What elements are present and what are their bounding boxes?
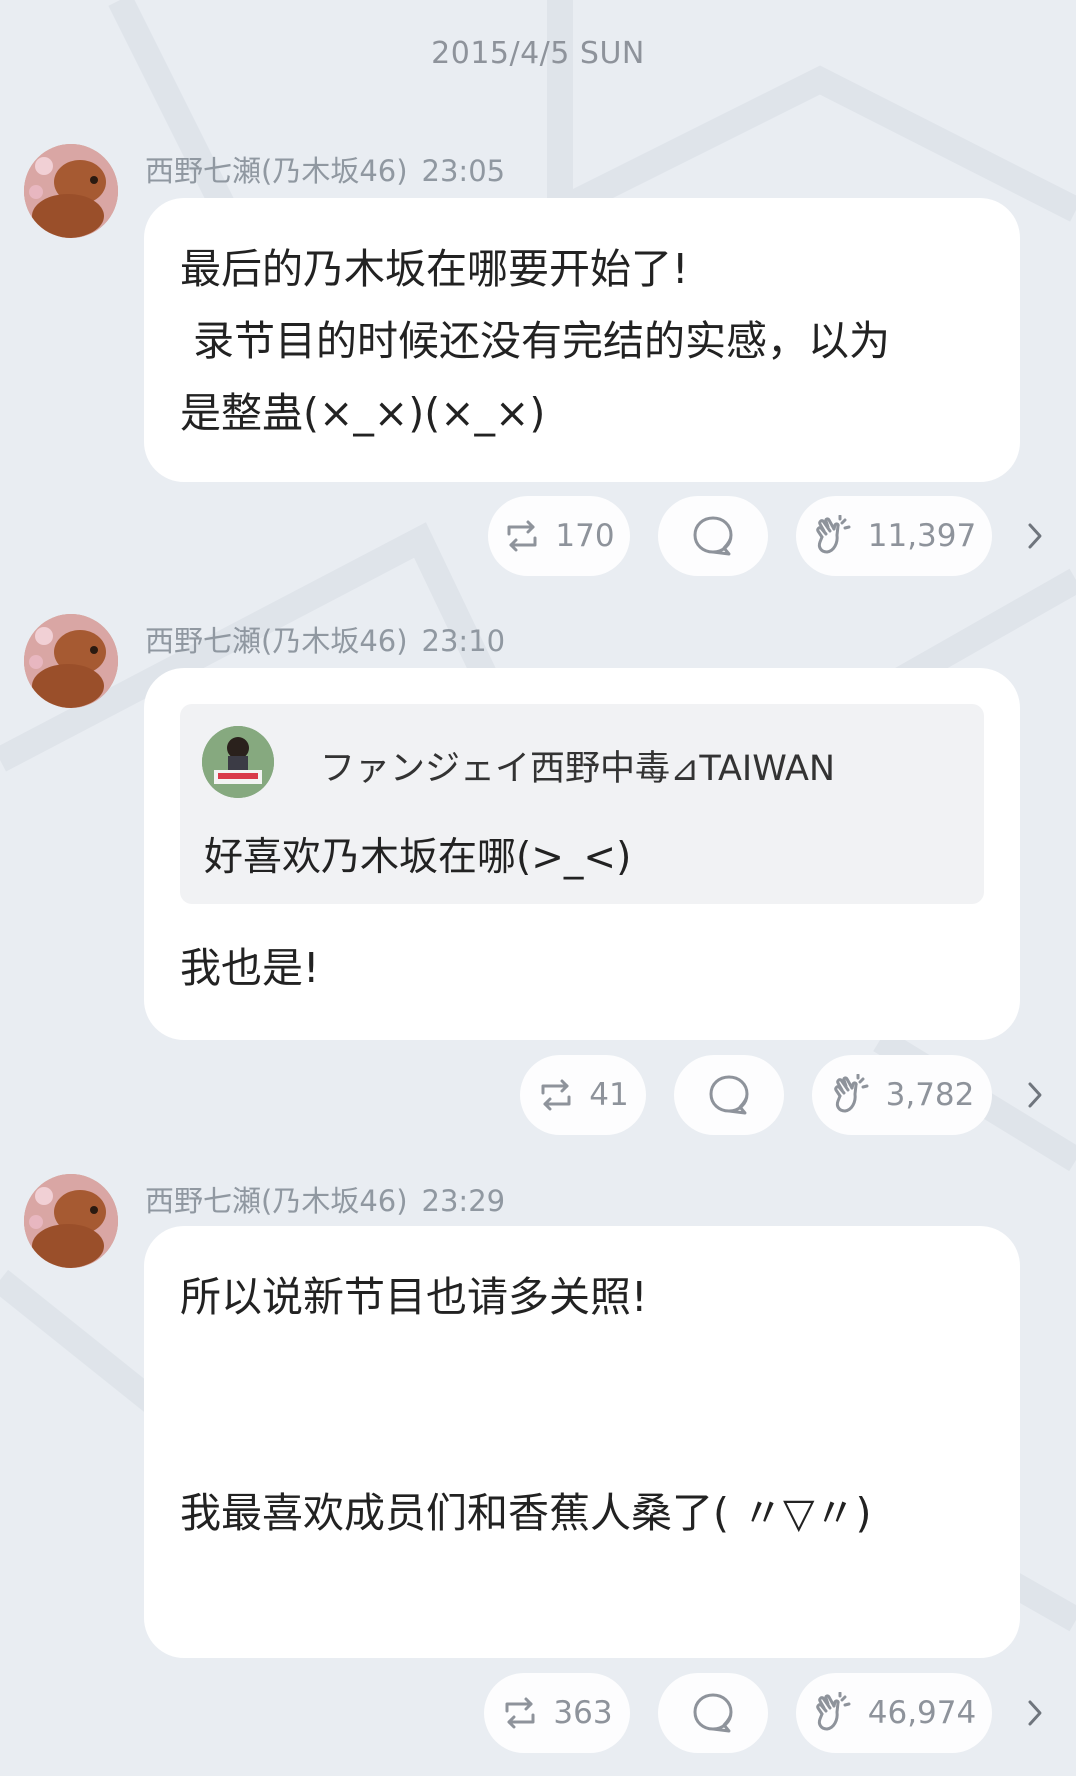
message-bubble: 所以说新节目也请多关照! 我最喜欢成员们和香蕉人桑了( 〃▽〃): [144, 1226, 1020, 1658]
retweet-count: 41: [589, 1077, 629, 1113]
post-meta: 西野七瀬(乃木坂46) 23:10: [145, 618, 505, 660]
retweet-button[interactable]: 170: [488, 496, 630, 576]
post-time: 23:10: [421, 624, 506, 658]
avatar[interactable]: [24, 614, 118, 708]
retweet-count: 363: [553, 1695, 613, 1731]
retweet-icon: [507, 520, 537, 552]
comment-button[interactable]: [674, 1055, 784, 1135]
retweet-icon: [541, 1079, 571, 1111]
action-bar: 363 46,974: [456, 1673, 1050, 1753]
more-button[interactable]: [1020, 516, 1050, 556]
author-name: 西野七瀬(乃木坂46): [145, 624, 408, 658]
chevron-right-icon: [1028, 523, 1042, 549]
comment-icon: [709, 1075, 749, 1115]
message-bubble: ファンジェイ西野中毒⊿TAIWAN 好喜欢乃木坂在哪(>_<) 我也是!: [144, 668, 1020, 1040]
quoted-text: 好喜欢乃木坂在哪(>_<): [204, 835, 632, 880]
author-name: 西野七瀬(乃木坂46): [145, 154, 408, 188]
retweet-button[interactable]: 363: [484, 1673, 630, 1753]
quoted-post[interactable]: ファンジェイ西野中毒⊿TAIWAN 好喜欢乃木坂在哪(>_<): [180, 704, 984, 904]
like-count: 46,974: [867, 1695, 977, 1731]
author-name: 西野七瀬(乃木坂46): [145, 1184, 408, 1218]
like-count: 3,782: [885, 1077, 975, 1113]
more-button[interactable]: [1020, 1693, 1050, 1733]
like-button[interactable]: 11,397: [796, 496, 992, 576]
clap-icon: [816, 1692, 851, 1731]
like-button[interactable]: 3,782: [812, 1055, 992, 1135]
avatar[interactable]: [24, 144, 118, 238]
retweet-button[interactable]: 41: [520, 1055, 646, 1135]
message-text: 所以说新节目也请多关照! 我最喜欢成员们和香蕉人桑了( 〃▽〃): [180, 1273, 872, 1537]
like-count: 11,397: [867, 518, 977, 554]
quoted-author: ファンジェイ西野中毒⊿TAIWAN: [320, 749, 836, 789]
more-button[interactable]: [1020, 1075, 1050, 1115]
comment-icon: [693, 516, 733, 556]
message-text: 我也是!: [180, 944, 320, 992]
chevron-right-icon: [1028, 1082, 1042, 1108]
post-meta: 西野七瀬(乃木坂46) 23:29: [145, 1178, 505, 1220]
post-meta: 西野七瀬(乃木坂46) 23:05: [145, 148, 505, 190]
like-button[interactable]: 46,974: [796, 1673, 992, 1753]
clap-icon: [816, 515, 851, 554]
clap-icon: [833, 1074, 869, 1113]
comment-button[interactable]: [658, 496, 768, 576]
date-header: 2015/4/5 SUN: [431, 36, 645, 71]
chevron-right-icon: [1028, 1700, 1042, 1726]
action-bar: 170 11,397: [460, 496, 1050, 576]
post-time: 23:29: [421, 1184, 506, 1218]
retweet-count: 170: [555, 518, 615, 554]
avatar[interactable]: [24, 1174, 118, 1268]
quoted-avatar: [202, 726, 274, 798]
comment-button[interactable]: [658, 1673, 768, 1753]
retweet-icon: [505, 1697, 535, 1729]
comment-icon: [693, 1693, 733, 1733]
post-time: 23:05: [421, 154, 506, 188]
action-bar: 41 3,782: [492, 1055, 1050, 1135]
message-text: 最后的乃木坂在哪要开始了! 录节目的时候还没有完结的实感，以为 是整蛊(×_×)…: [180, 245, 891, 437]
message-bubble: 最后的乃木坂在哪要开始了! 录节目的时候还没有完结的实感，以为 是整蛊(×_×)…: [144, 198, 1020, 482]
